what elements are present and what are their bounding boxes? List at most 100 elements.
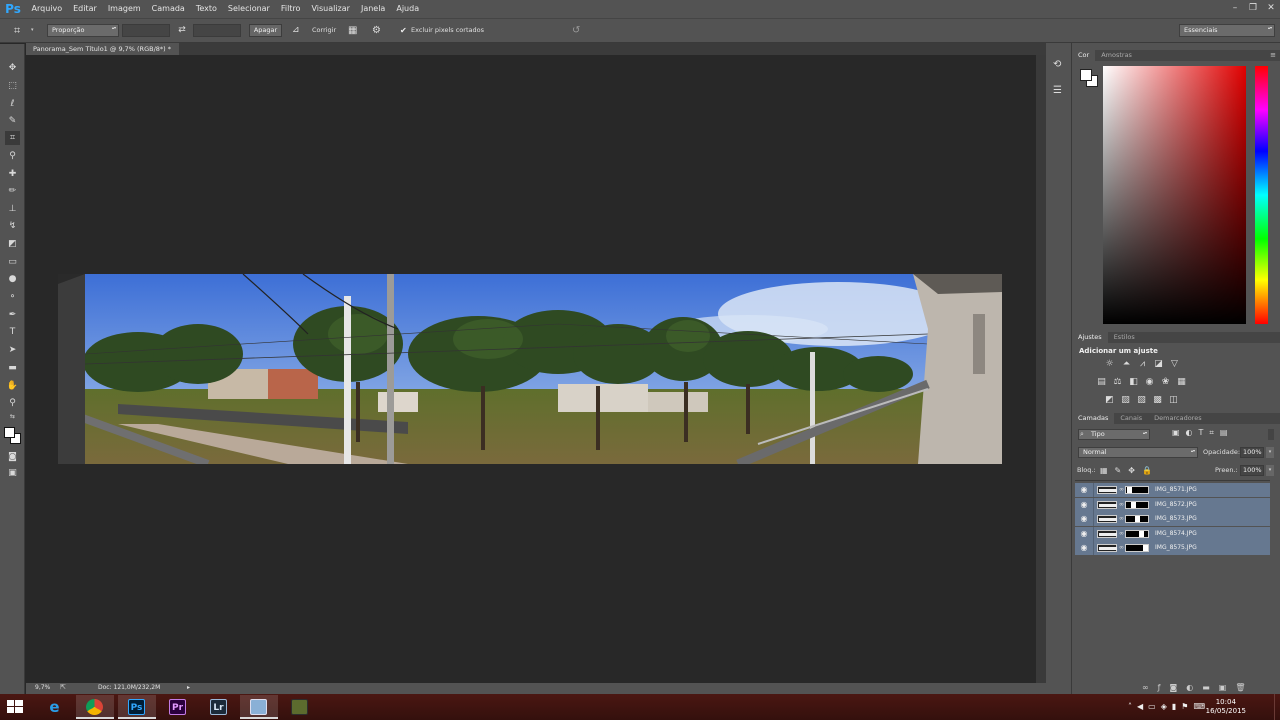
height-field[interactable] <box>193 24 241 37</box>
crop-tool-icon[interactable]: ⌗ <box>14 24 28 37</box>
tool-preset-chevron-icon[interactable]: ▾ <box>31 24 37 37</box>
rectangle-tool-icon[interactable]: ▬ <box>5 361 20 375</box>
marquee-tool-icon[interactable]: ⬚ <box>5 79 20 93</box>
checkbox-checked-icon[interactable]: ✔ <box>400 24 409 37</box>
vibrance-icon[interactable]: ▽ <box>1169 359 1180 369</box>
eyedropper-tool-icon[interactable]: ⚲ <box>5 149 20 163</box>
menu-filtro[interactable]: Filtro <box>275 0 306 18</box>
tab-canais[interactable]: Canais <box>1114 413 1148 424</box>
quick-select-tool-icon[interactable]: ✎ <box>5 114 20 128</box>
history-brush-tool-icon[interactable]: ↯ <box>5 219 20 233</box>
layer-mask-thumbnail[interactable] <box>1125 544 1149 552</box>
clear-button[interactable]: Apagar <box>249 24 282 37</box>
swap-icon[interactable]: ⇄ <box>176 24 188 37</box>
menu-selecionar[interactable]: Selecionar <box>222 0 275 18</box>
taskbar-photoshop[interactable]: Ps <box>118 695 156 719</box>
properties-panel-icon[interactable]: ☰ <box>1053 85 1062 96</box>
system-clock[interactable]: 10:04 16/05/2015 <box>1206 698 1246 716</box>
layer-name[interactable]: IMG_8575.JPG <box>1155 541 1197 555</box>
taskbar-internet-explorer[interactable]: e <box>36 695 74 719</box>
posterize-icon[interactable]: ▨ <box>1120 395 1131 405</box>
fill-dropdown-icon[interactable]: ▾ <box>1266 465 1274 476</box>
taskbar-chrome[interactable] <box>76 695 114 719</box>
layer-name[interactable]: IMG_8573.JPG <box>1155 512 1197 526</box>
menu-janela[interactable]: Janela <box>355 0 390 18</box>
visibility-eye-icon[interactable]: ◉ <box>1079 541 1089 555</box>
straighten-icon[interactable]: ⊿ <box>292 24 306 37</box>
document-tab[interactable]: Panorama_Sem Título1 @ 9,7% (RGB/8*) * <box>26 43 180 55</box>
menu-texto[interactable]: Texto <box>190 0 222 18</box>
show-desktop-button[interactable] <box>1274 694 1280 720</box>
layer-row[interactable]: ◉ ∞ IMG_8574.JPG <box>1075 527 1270 541</box>
photo-filter-icon[interactable]: ◉ <box>1144 377 1155 387</box>
menu-editar[interactable]: Editar <box>68 0 103 18</box>
panel-menu-icon[interactable]: ≡ <box>1270 50 1280 61</box>
menu-imagem[interactable]: Imagem <box>102 0 146 18</box>
layer-row[interactable]: ◉ ∞ IMG_8573.JPG <box>1075 512 1270 526</box>
levels-icon[interactable]: ⏶ <box>1121 359 1132 369</box>
export-icon[interactable]: ⇱ <box>60 683 66 691</box>
tab-demarcadores[interactable]: Demarcadores <box>1148 413 1207 424</box>
layer-row[interactable]: ◉ ∞ IMG_8571.JPG <box>1075 483 1270 497</box>
layer-mask-thumbnail[interactable] <box>1125 486 1149 494</box>
filter-icons[interactable]: ▣◐T⌗▤ <box>1172 428 1234 438</box>
swap-colors-icon[interactable]: ⇆ <box>5 410 20 424</box>
channel-mixer-icon[interactable]: ❀ <box>1160 377 1171 387</box>
layer-actions-icons[interactable]: ∞ƒ◙◐▬▣🗑 <box>1142 683 1255 692</box>
exposure-icon[interactable]: ◪ <box>1153 359 1164 369</box>
tab-cor[interactable]: Cor <box>1072 50 1096 61</box>
path-select-tool-icon[interactable]: ➤ <box>5 343 20 357</box>
layer-mask-thumbnail[interactable] <box>1125 501 1149 509</box>
ratio-select[interactable]: Proporção <box>47 24 119 37</box>
brush-tool-icon[interactable]: ✏ <box>5 184 20 198</box>
filter-toggle[interactable] <box>1268 429 1274 440</box>
quick-mask-icon[interactable]: ◙ <box>5 450 20 464</box>
menu-arquivo[interactable]: Arquivo <box>26 0 68 18</box>
layer-mask-thumbnail[interactable] <box>1125 530 1149 538</box>
screen-mode-icon[interactable]: ▣ <box>5 466 20 480</box>
selective-color-icon[interactable]: ◫ <box>1168 395 1179 405</box>
layer-row[interactable]: ◉ ∞ IMG_8572.JPG <box>1075 498 1270 512</box>
move-tool-icon[interactable]: ✥ <box>5 61 20 75</box>
close-button[interactable]: ✕ <box>1262 0 1280 18</box>
width-field[interactable] <box>122 24 170 37</box>
workspace-select[interactable]: Essenciais <box>1179 24 1275 37</box>
clone-stamp-tool-icon[interactable]: ⊥ <box>5 202 20 216</box>
hand-tool-icon[interactable]: ✋ <box>5 379 20 393</box>
color-lookup-icon[interactable]: ▦ <box>1176 377 1187 387</box>
layer-filter-select[interactable]: Tipo <box>1078 429 1150 440</box>
lock-icons[interactable]: ▦✎✥🔒 <box>1100 464 1159 477</box>
taskbar-lightroom[interactable]: Lr <box>200 695 238 719</box>
opacity-field[interactable]: 100% <box>1240 447 1264 458</box>
history-panel-icon[interactable]: ⟲ <box>1053 59 1061 70</box>
crop-tool-icon[interactable]: ⌗ <box>5 131 20 145</box>
zoom-tool-icon[interactable]: ⚲ <box>5 396 20 410</box>
gradient-map-icon[interactable]: ▩ <box>1152 395 1163 405</box>
straighten-label[interactable]: Corrigir <box>312 24 336 37</box>
vertical-scrollbar[interactable] <box>1036 55 1046 683</box>
lasso-tool-icon[interactable]: ℓ <box>5 97 20 111</box>
blur-tool-icon[interactable]: ● <box>5 272 20 286</box>
gradient-tool-icon[interactable]: ▭ <box>5 255 20 269</box>
tab-estilos[interactable]: Estilos <box>1108 332 1141 343</box>
layer-row[interactable]: ◉ ∞ IMG_8575.JPG <box>1075 541 1270 555</box>
healing-brush-tool-icon[interactable]: ✚ <box>5 167 20 181</box>
color-picker-field[interactable] <box>1103 66 1246 324</box>
taskbar-premiere[interactable]: Pr <box>159 695 197 719</box>
color-balance-icon[interactable]: ⚖ <box>1112 377 1123 387</box>
delete-cropped-label[interactable]: Excluir pixels cortados <box>411 24 484 37</box>
threshold-icon[interactable]: ▧ <box>1136 395 1147 405</box>
overlay-grid-icon[interactable]: ▦ <box>348 24 362 37</box>
system-tray-icons[interactable]: ˄◀▭◈▮⚑⌨ <box>1128 702 1210 711</box>
hue-saturation-icon[interactable]: ▤ <box>1096 377 1107 387</box>
visibility-eye-icon[interactable]: ◉ <box>1079 512 1089 526</box>
layer-name[interactable]: IMG_8574.JPG <box>1155 527 1197 541</box>
layer-mask-thumbnail[interactable] <box>1125 515 1149 523</box>
invert-icon[interactable]: ◩ <box>1104 395 1115 405</box>
visibility-eye-icon[interactable]: ◉ <box>1079 498 1089 512</box>
status-menu-arrow-icon[interactable]: ▸ <box>187 684 190 691</box>
windows-start-icon[interactable] <box>7 700 23 714</box>
menu-camada[interactable]: Camada <box>146 0 190 18</box>
blend-mode-select[interactable]: Normal <box>1078 447 1198 458</box>
zoom-level[interactable]: 9,7% <box>35 684 50 691</box>
